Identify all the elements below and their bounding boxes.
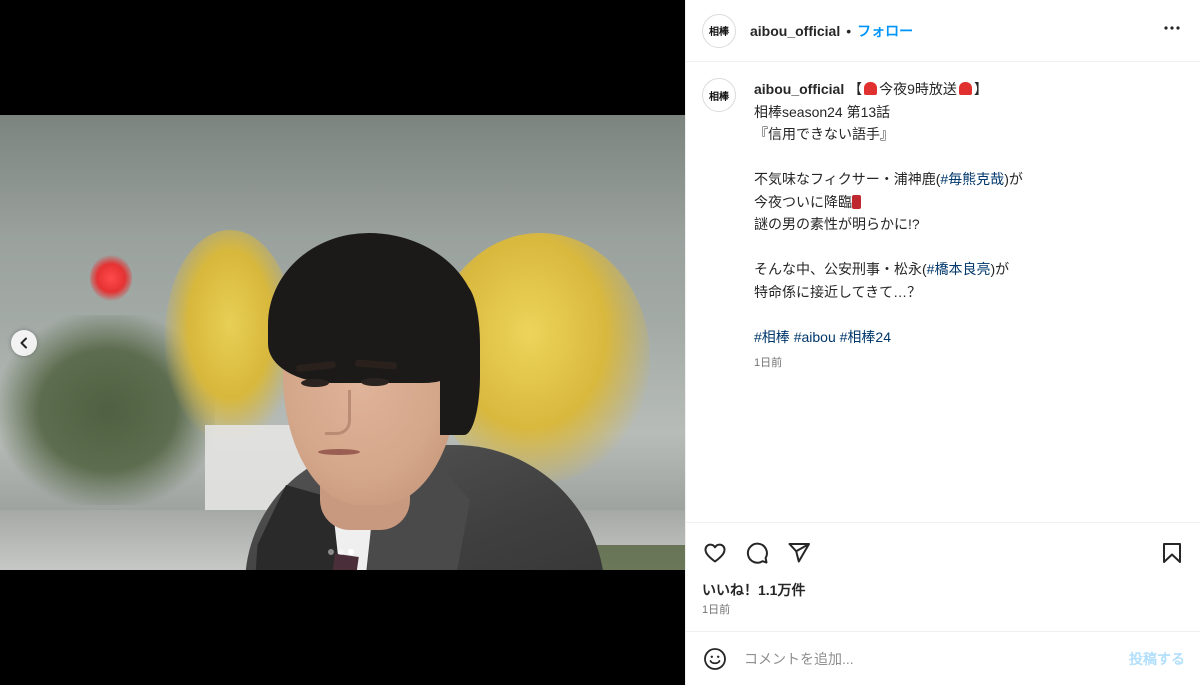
post-header: 相棒 aibou_official • フォロー (686, 0, 1200, 62)
hashtag-link[interactable]: #相棒24 (840, 329, 891, 345)
separator-dot: • (846, 22, 852, 39)
hashtag-link[interactable]: #相棒 (754, 329, 790, 345)
share-button[interactable] (786, 540, 812, 566)
post-media (0, 0, 685, 685)
caption-username[interactable]: aibou_official (754, 81, 844, 97)
caption-bracket-open: 【 (848, 81, 863, 97)
hashtag-link[interactable]: #aibou (794, 329, 836, 345)
avatar[interactable]: 相棒 (702, 78, 736, 112)
chevron-left-icon (20, 337, 27, 349)
emoji-button[interactable] (702, 646, 728, 672)
smile-icon (704, 647, 726, 670)
siren-icon (864, 82, 878, 95)
save-button[interactable] (1159, 540, 1185, 566)
carousel-dot (338, 549, 344, 555)
caption-bracket-close: 】 (973, 81, 988, 97)
siren-icon (958, 82, 972, 95)
post-caption: 相棒 aibou_official 【今夜9時放送】 相棒season24 第1… (702, 78, 1184, 375)
caption-line: 今夜ついに降臨 (754, 193, 852, 210)
caption-line: 特命係に接近してきて…？ (754, 283, 922, 300)
comment-icon (746, 542, 768, 564)
caption-headline: 今夜9時放送 (879, 81, 957, 97)
username-link[interactable]: aibou_official (750, 23, 840, 39)
avatar[interactable]: 相棒 (702, 13, 736, 48)
caption-line: そんな中、公安刑事・松永( (754, 261, 927, 277)
more-horizontal-icon (1164, 26, 1180, 30)
like-count[interactable]: いいね！1.1万件 (702, 580, 805, 600)
caption-line: 『信用できない語手』 (754, 126, 894, 142)
post-comment-button[interactable]: 投稿する (1129, 649, 1185, 669)
exclamation-icon (852, 194, 861, 209)
instagram-post: 相棒 aibou_official • フォロー 相棒 aibou_offici… (0, 0, 1200, 685)
caption-line: 相棒season24 第13話 (754, 103, 891, 120)
bookmark-icon (1163, 542, 1181, 563)
comment-input[interactable] (744, 650, 1129, 667)
post-photo[interactable] (0, 115, 685, 570)
caption-line: )が (990, 261, 1010, 277)
caption-text: aibou_official 【今夜9時放送】 相棒season24 第13話 … (754, 78, 1023, 375)
comment-bar: 投稿する (686, 631, 1200, 685)
more-options-icon[interactable] (1160, 16, 1184, 45)
caption-timestamp: 1日前 (754, 357, 783, 369)
post-timestamp: 1日前 (702, 604, 731, 616)
post-actions (686, 522, 1200, 582)
like-button[interactable] (702, 540, 728, 566)
caption-line: 不気味なフィクサー・浦神鹿( (754, 171, 941, 187)
caption-line: 謎の男の素性が明らかに!? (754, 216, 920, 232)
carousel-indicator (328, 549, 354, 555)
heart-icon (704, 543, 726, 562)
post-side-panel: 相棒 aibou_official • フォロー 相棒 aibou_offici… (685, 0, 1200, 685)
hashtag-link[interactable]: #毎熊克哉 (940, 171, 1004, 187)
caption-line: )が (1004, 171, 1023, 187)
carousel-prev-button[interactable] (11, 330, 37, 356)
hashtag-link[interactable]: #橋本良亮 (927, 261, 991, 277)
comment-button[interactable] (744, 540, 770, 566)
carousel-dot-active (348, 549, 354, 555)
send-icon (788, 542, 810, 562)
follow-button[interactable]: フォロー (857, 21, 913, 41)
carousel-dot (328, 549, 334, 555)
